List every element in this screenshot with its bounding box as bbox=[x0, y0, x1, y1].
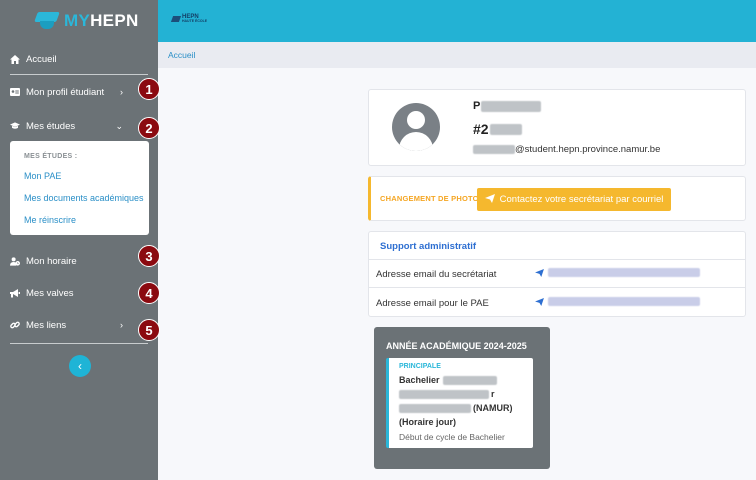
support-header: Support administratif bbox=[369, 232, 745, 260]
student-id: #2 bbox=[473, 121, 522, 137]
hepn-logo[interactable]: HEPN HAUTE ÉCOLE bbox=[170, 14, 207, 24]
submenu-etudes: MES ÉTUDES : Mon PAE Mes documents acadé… bbox=[10, 141, 149, 235]
redacted-program bbox=[399, 389, 489, 399]
brand-text-hepn: HEPN bbox=[90, 11, 139, 30]
redacted-name bbox=[481, 100, 542, 112]
annotation-badge-2: 2 bbox=[138, 117, 160, 139]
chevron-down-icon: ⌄ bbox=[115, 120, 123, 131]
program-line-3: (NAMUR) bbox=[399, 403, 513, 413]
support-row-label: Adresse email pour le PAE bbox=[376, 298, 489, 309]
submenu-link-pae[interactable]: Mon PAE bbox=[24, 171, 61, 181]
sidebar: MYHEPN Accueil Mon profil étudiant › Mes… bbox=[0, 0, 158, 480]
annotation-badge-5: 5 bbox=[138, 319, 160, 341]
chevron-right-icon: › bbox=[120, 87, 123, 97]
program-line-1: Bachelier bbox=[399, 375, 497, 385]
link-icon bbox=[10, 320, 20, 330]
secretariat-email-link[interactable] bbox=[535, 268, 700, 277]
redacted-email bbox=[548, 297, 700, 306]
sidebar-item-profil[interactable]: Mon profil étudiant › bbox=[10, 82, 150, 102]
support-row-secretariat: Adresse email du secrétariat bbox=[369, 260, 745, 288]
academic-year-title: ANNÉE ACADÉMIQUE 2024-2025 bbox=[386, 341, 527, 351]
id-card-icon bbox=[10, 87, 20, 97]
sidebar-item-liens[interactable]: Mes liens › bbox=[10, 315, 150, 335]
student-id-prefix: #2 bbox=[473, 121, 489, 137]
redacted-id bbox=[489, 123, 522, 135]
student-name-initial: P bbox=[473, 100, 481, 112]
support-title: Support administratif bbox=[380, 241, 477, 252]
chevron-right-icon: › bbox=[120, 320, 123, 330]
program-degree: Bachelier bbox=[399, 375, 440, 385]
program-line-2: r bbox=[399, 389, 495, 399]
sidebar-item-etudes[interactable]: Mes études ⌄ bbox=[10, 116, 150, 136]
sidebar-item-label: Mes études bbox=[26, 120, 76, 132]
photo-change-card: CHANGEMENT DE PHOTO Contactez votre secr… bbox=[368, 176, 746, 221]
hepn-logo-subtitle: HAUTE ÉCOLE bbox=[182, 19, 208, 23]
graduation-cap-logo-icon bbox=[34, 12, 60, 30]
hepn-logo-mark-icon bbox=[170, 15, 182, 22]
annotation-badge-1: 1 bbox=[138, 78, 160, 100]
pae-email-link[interactable] bbox=[535, 297, 700, 306]
email-domain: @student.hepn.province.namur.be bbox=[515, 144, 661, 155]
hepn-logo-text: HEPN HAUTE ÉCOLE bbox=[182, 14, 207, 24]
sidebar-item-valves[interactable]: Mes valves bbox=[10, 283, 150, 303]
support-row-label: Adresse email du secrétariat bbox=[376, 269, 497, 280]
megaphone-icon bbox=[10, 288, 20, 298]
annotation-badge-4: 4 bbox=[138, 282, 160, 304]
divider bbox=[10, 343, 148, 344]
breadcrumb-accueil[interactable]: Accueil bbox=[168, 50, 195, 60]
brand-text: MYHEPN bbox=[64, 11, 139, 31]
home-icon bbox=[10, 54, 20, 64]
user-clock-icon bbox=[10, 256, 20, 266]
submenu-link-documents[interactable]: Mes documents académiques bbox=[24, 193, 144, 203]
redacted-program bbox=[442, 375, 497, 385]
sidebar-item-label: Mon horaire bbox=[26, 255, 77, 267]
brand-text-my: MY bbox=[64, 11, 91, 30]
support-card: Support administratif Adresse email du s… bbox=[368, 231, 746, 317]
student-email: @student.hepn.province.namur.be bbox=[473, 144, 660, 155]
redacted-program bbox=[399, 403, 471, 413]
graduation-cap-icon bbox=[10, 121, 20, 131]
sidebar-item-label: Mes valves bbox=[26, 287, 74, 299]
brand[interactable]: MYHEPN bbox=[0, 0, 158, 42]
paper-plane-icon bbox=[535, 268, 544, 277]
sidebar-item-label: Accueil bbox=[26, 53, 57, 65]
annotation-badge-3: 3 bbox=[138, 245, 160, 267]
program-schedule: (Horaire jour) bbox=[399, 417, 457, 427]
chevron-left-icon: ‹ bbox=[78, 359, 82, 373]
divider bbox=[10, 74, 148, 75]
program-card: PRINCIPALE Bachelier r (NAMUR) (Horaire … bbox=[386, 358, 533, 448]
sidebar-item-horaire[interactable]: Mon horaire bbox=[10, 251, 150, 271]
program-location: (NAMUR) bbox=[473, 403, 513, 413]
sidebar-item-label: Mes liens bbox=[26, 319, 67, 331]
redacted-email-user bbox=[473, 145, 515, 154]
contact-secretariat-label: Contactez votre secrétariat par courriel bbox=[499, 194, 664, 205]
breadcrumb-bar: Accueil bbox=[158, 42, 756, 68]
submenu-title: MES ÉTUDES : bbox=[24, 153, 78, 160]
topbar: HEPN HAUTE ÉCOLE bbox=[158, 0, 756, 42]
program-tag: PRINCIPALE bbox=[399, 363, 441, 370]
support-row-pae: Adresse email pour le PAE bbox=[369, 289, 745, 317]
contact-secretariat-button[interactable]: Contactez votre secrétariat par courriel bbox=[477, 188, 671, 211]
sidebar-item-label: Mon profil étudiant bbox=[26, 86, 105, 98]
paper-plane-icon bbox=[535, 297, 544, 306]
academic-year-card: ANNÉE ACADÉMIQUE 2024-2025 PRINCIPALE Ba… bbox=[374, 327, 550, 469]
avatar-icon bbox=[392, 103, 440, 151]
submenu-link-reinscrire[interactable]: Me réinscrire bbox=[24, 215, 76, 225]
collapse-sidebar-button[interactable]: ‹ bbox=[69, 355, 91, 377]
paper-plane-icon bbox=[484, 193, 495, 206]
program-line-2-suffix: r bbox=[491, 389, 495, 399]
profile-card: P #2 @student.hepn.province.namur.be bbox=[368, 89, 746, 166]
redacted-email bbox=[548, 268, 700, 277]
student-name: P bbox=[473, 100, 542, 112]
program-cycle: Début de cycle de Bachelier bbox=[399, 432, 505, 442]
sidebar-item-accueil[interactable]: Accueil bbox=[10, 49, 150, 69]
photo-change-label: CHANGEMENT DE PHOTO bbox=[380, 194, 479, 203]
